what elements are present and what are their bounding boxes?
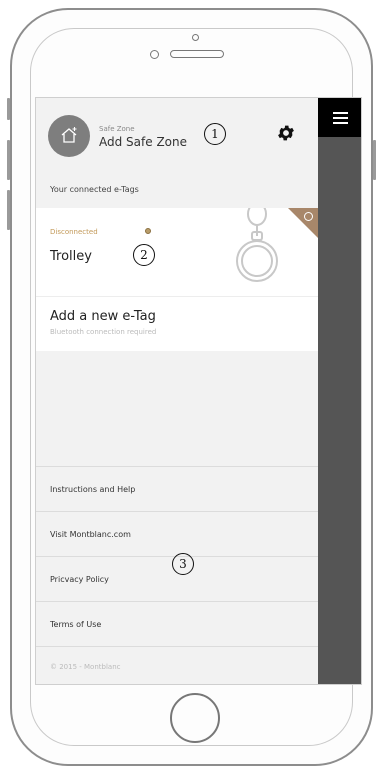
tag-status: Disconnected	[50, 228, 98, 236]
link-montblanc[interactable]: Visit Montblanc.com	[36, 511, 318, 556]
add-etag-title: Add a new e-Tag	[50, 309, 156, 324]
annotation-marker: 1	[204, 123, 226, 145]
tag-options-icon[interactable]	[304, 212, 313, 221]
safe-zone-row[interactable]: Safe Zone Add Safe Zone 1	[36, 98, 318, 178]
mute-switch	[7, 98, 10, 120]
earpiece-speaker	[170, 50, 224, 58]
safe-zone-label: Safe Zone	[99, 125, 135, 133]
add-etag-row[interactable]: Add a new e-Tag Bluetooth connection req…	[36, 296, 318, 351]
corner-flag	[288, 208, 318, 238]
side-menu: Safe Zone Add Safe Zone 1 Your connected…	[36, 98, 318, 684]
annotation-marker: 3	[172, 553, 194, 575]
add-etag-subtitle: Bluetooth connection required	[50, 328, 157, 336]
section-header: Your connected e-Tags	[50, 185, 139, 194]
annotation-marker: 2	[133, 244, 155, 266]
tag-name: Trolley	[50, 249, 92, 264]
add-safe-zone-link[interactable]: Add Safe Zone	[99, 135, 187, 149]
power-button	[373, 140, 376, 180]
status-dot-icon	[145, 228, 151, 234]
volume-up-button	[7, 140, 10, 180]
home-button[interactable]	[170, 693, 220, 743]
copyright-text: © 2015 - Montblanc	[36, 646, 318, 684]
link-instructions[interactable]: Instructions and Help	[36, 466, 318, 511]
proximity-sensor	[150, 50, 159, 59]
hamburger-icon[interactable]	[318, 98, 361, 137]
etag-device-icon	[236, 208, 278, 282]
house-icon	[48, 115, 90, 157]
app-screen: Safe Zone Add Safe Zone 1 Your connected…	[35, 97, 362, 685]
etag-card[interactable]: Disconnected Trolley 2	[36, 208, 318, 296]
front-camera	[192, 34, 199, 41]
volume-down-button	[7, 190, 10, 230]
link-terms[interactable]: Terms of Use	[36, 601, 318, 646]
menu-links: Instructions and Help Visit Montblanc.co…	[36, 466, 318, 684]
gear-icon[interactable]	[276, 123, 296, 143]
content-overlay[interactable]	[318, 98, 361, 684]
